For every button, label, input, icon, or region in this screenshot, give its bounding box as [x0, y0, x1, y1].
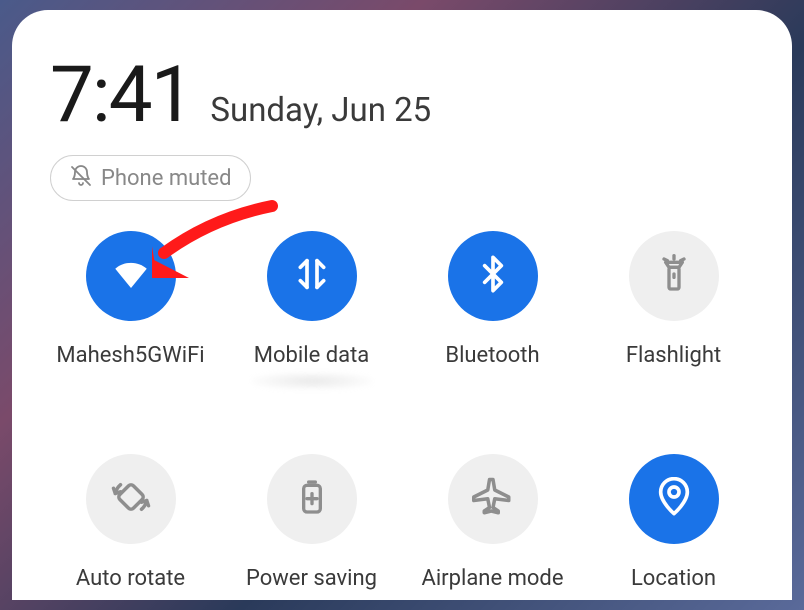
- tile-location[interactable]: Location: [587, 454, 760, 591]
- location-pin-icon: [654, 477, 694, 521]
- tile-label: Airplane mode: [421, 566, 563, 591]
- blurred-subtext: [252, 372, 372, 390]
- tile-circle: [267, 454, 357, 544]
- tile-circle: [86, 231, 176, 321]
- tile-label: Mobile data: [254, 343, 369, 368]
- date-display: Sunday, Jun 25: [210, 91, 431, 130]
- tile-label: Bluetooth: [445, 343, 539, 368]
- tile-flashlight[interactable]: Flashlight: [587, 231, 760, 390]
- tile-power-saving[interactable]: Power saving: [225, 454, 398, 591]
- tile-circle: [267, 231, 357, 321]
- tile-auto-rotate[interactable]: Auto rotate: [44, 454, 217, 591]
- tile-circle: [448, 231, 538, 321]
- tile-airplane-mode[interactable]: Airplane mode: [406, 454, 579, 591]
- mute-status-pill[interactable]: Phone muted: [50, 155, 251, 201]
- flashlight-icon: [654, 254, 694, 298]
- tile-circle: [86, 454, 176, 544]
- tile-circle: [448, 454, 538, 544]
- tile-bluetooth[interactable]: Bluetooth: [406, 231, 579, 390]
- mute-status-label: Phone muted: [101, 166, 232, 191]
- tile-label: Location: [631, 566, 716, 591]
- tile-wifi[interactable]: Mahesh5GWiFi: [44, 231, 217, 390]
- wifi-icon: [110, 253, 152, 299]
- bluetooth-icon: [473, 254, 513, 298]
- tile-circle: [629, 454, 719, 544]
- tile-circle: [629, 231, 719, 321]
- tile-mobile-data[interactable]: Mobile data: [225, 231, 398, 390]
- battery-plus-icon: [292, 477, 332, 521]
- time-display: 7:41: [50, 50, 192, 141]
- tile-label: Mahesh5GWiFi: [56, 343, 204, 368]
- quick-settings-panel: 7:41 Sunday, Jun 25 Phone muted Mahesh5G…: [12, 10, 792, 600]
- tile-label: Flashlight: [626, 343, 721, 368]
- mobile-data-icon: [292, 254, 332, 298]
- tile-label: Power saving: [246, 566, 377, 591]
- panel-header: 7:41 Sunday, Jun 25: [50, 50, 764, 141]
- bell-muted-icon: [69, 164, 93, 192]
- auto-rotate-icon: [110, 476, 152, 522]
- airplane-icon: [472, 476, 514, 522]
- tile-label: Auto rotate: [76, 566, 185, 591]
- quick-tiles-grid: Mahesh5GWiFi Mobile data: [40, 231, 764, 591]
